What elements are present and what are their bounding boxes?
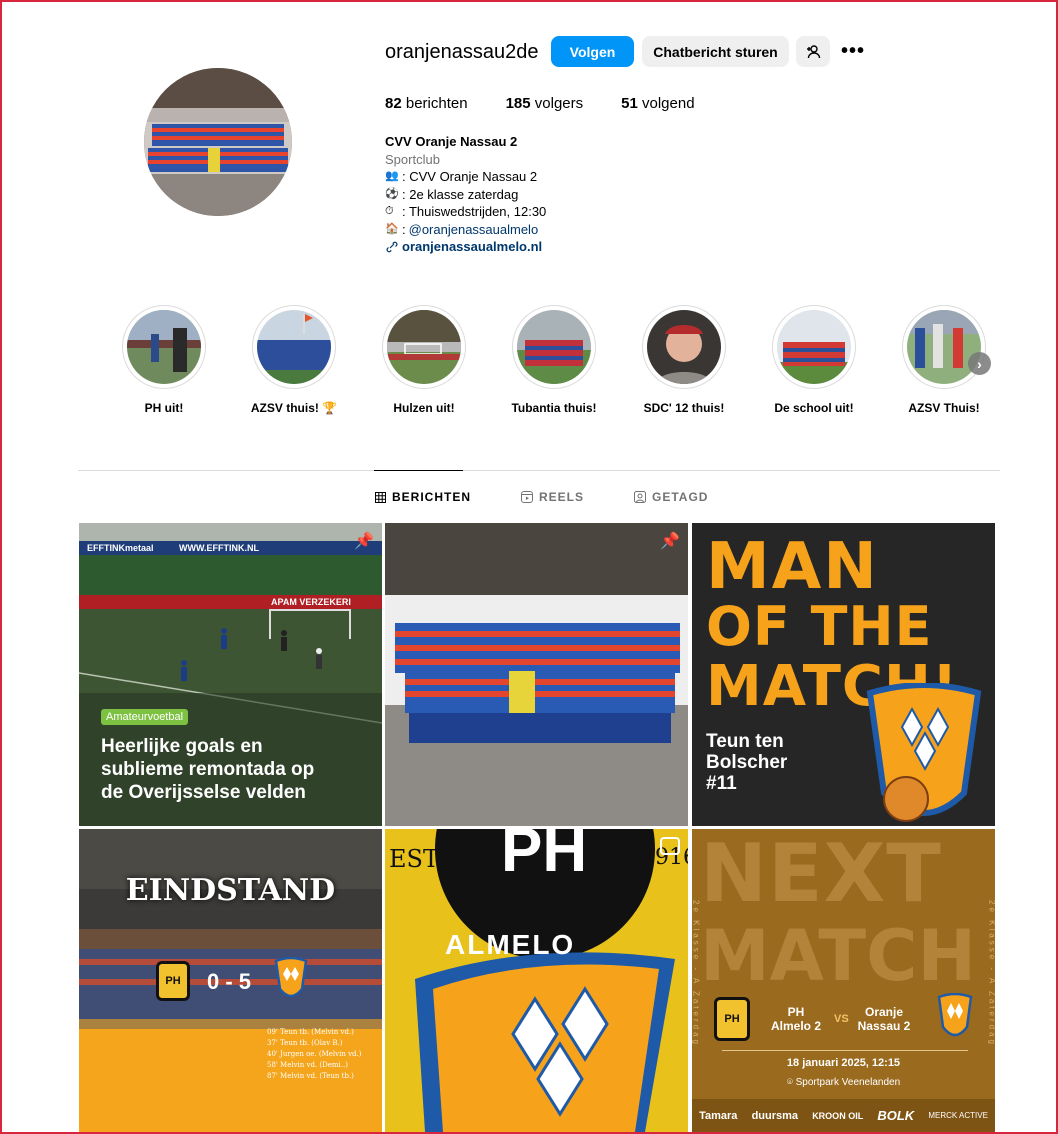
home-team: PH Almelo 2 — [770, 1005, 821, 1033]
away-crest-icon — [937, 993, 973, 1037]
post-tile[interactable]: 📌 — [385, 523, 688, 826]
match-score: 0 - 5 — [207, 969, 252, 994]
highlight-label: AZSV thuis! 🏆 — [250, 401, 338, 415]
highlight-item[interactable]: Tubantia thuis! — [511, 305, 597, 415]
bio-line: 👥: CVV Oranje Nassau 2 — [385, 169, 538, 184]
post-tile[interactable]: 📌 EFFTINKmetaal WWW.EFFTINK.NL APAM VERZ… — [79, 523, 382, 826]
reel-icon — [660, 837, 680, 855]
post-board-text: WWW.EFFTINK.NL — [179, 543, 259, 553]
highlight-label: SDC' 12 thuis! — [643, 401, 725, 415]
tab-tagged[interactable]: GETAGD — [634, 490, 708, 504]
crest-city: ALMELO — [445, 929, 576, 960]
highlight-item[interactable]: De school uit! — [772, 305, 856, 415]
post-tile[interactable]: PH EST. 1916 ALMELO — [385, 829, 688, 1132]
post-tile[interactable]: MAN OF THE MATCH! Teun ten Bolscher #11 — [692, 523, 995, 826]
post-big-text: NEXT MATCH — [700, 829, 977, 998]
pinned-icon: 📌 — [354, 533, 374, 550]
highlight-label: Hulzen uit! — [393, 401, 455, 415]
player-name: Teun ten Bolscher #11 — [706, 731, 788, 794]
profile-bio: CVV Oranje Nassau 2 Sportclub 👥: CVV Ora… — [385, 133, 546, 256]
suggest-accounts-button[interactable] — [796, 36, 830, 67]
person-add-icon — [807, 44, 821, 58]
divider-line — [722, 1050, 968, 1051]
post-tag: Amateurvoetbal — [101, 709, 189, 725]
bio-website: oranjenassaualmelo.nl — [385, 238, 546, 256]
bio-category: Sportclub — [385, 151, 440, 167]
post-board-text: EFFTINKmetaal — [87, 543, 154, 553]
highlight-item[interactable]: AZSV Thuis! — [902, 305, 986, 415]
highlight-item[interactable]: SDC' 12 thuis! — [642, 305, 726, 415]
soccer-ball-icon: ⚽ — [385, 187, 399, 200]
bio-line: ⚽: 2e klasse zaterdag — [385, 186, 519, 202]
tabs-divider — [78, 470, 1000, 471]
grid-icon — [375, 491, 386, 503]
highlight-item[interactable]: AZSV thuis! 🏆 — [251, 305, 337, 415]
followers-stat[interactable]: 185 volgers — [506, 95, 584, 112]
highlight-item[interactable]: PH uit! — [122, 305, 206, 415]
highlight-label: PH uit! — [144, 401, 184, 415]
post-board-text: APAM VERZEKERI — [271, 597, 351, 607]
house-icon: 🏠 — [385, 222, 399, 235]
tagged-icon — [634, 491, 646, 503]
club-crest-icon — [866, 683, 982, 822]
highlight-label: Tubantia thuis! — [511, 401, 597, 415]
posts-stat[interactable]: 82 berichten — [385, 95, 468, 112]
home-crest-icon: PH — [714, 997, 750, 1041]
highlight-label: AZSV Thuis! — [908, 401, 980, 415]
highlight-item[interactable]: Hulzen uit! — [382, 305, 466, 415]
link-icon — [386, 241, 398, 253]
sponsor-bar: Tamara duursma KROON OIL BOLK MERCK ACTI… — [692, 1099, 995, 1132]
tab-posts[interactable]: BERICHTEN — [375, 490, 471, 504]
post-title: EINDSTAND — [125, 873, 336, 908]
bio-name: CVV Oranje Nassau 2 — [385, 134, 518, 149]
goal-list: 09' Teun tb. (Melvin vd.) 37' Teun tb. (… — [267, 1028, 362, 1080]
crest-letters: PH — [501, 829, 588, 885]
post-tile[interactable]: NEXT MATCH 2e Klasse - A Zaterdag 2e Kla… — [692, 829, 995, 1132]
post-headline: Heerlijke goals en sublieme remontada op… — [101, 736, 315, 803]
home-crest-icon: PH — [156, 961, 190, 1001]
highlights-next-arrow-icon[interactable]: › — [968, 352, 991, 375]
match-date: 18 januari 2025, 12:15 — [786, 1057, 901, 1069]
match-venue: ⌾ Sportpark Veenelanden — [786, 1077, 901, 1088]
pinned-icon: 📌 — [660, 533, 680, 550]
versus-text: VS — [834, 1013, 849, 1025]
bio-line: ⏱: Thuiswedstrijden, 12:30 — [385, 204, 547, 219]
following-stat[interactable]: 51 volgend — [621, 95, 694, 112]
bio-website-link[interactable]: oranjenassaualmelo.nl — [402, 238, 542, 256]
away-crest-icon — [274, 957, 308, 998]
bio-mention-link[interactable]: @oranjenassaualmelo — [409, 221, 539, 239]
reels-icon — [521, 491, 533, 503]
highlight-label: De school uit! — [774, 401, 854, 415]
follow-button[interactable]: Volgen — [551, 36, 634, 67]
crest-est: EST. — [389, 845, 444, 873]
more-options-icon[interactable]: ••• — [840, 38, 866, 64]
profile-username: oranjenassau2de — [385, 41, 539, 63]
people-icon: 👥 — [385, 170, 399, 182]
profile-avatar[interactable] — [144, 68, 292, 216]
active-tab-indicator — [374, 470, 463, 471]
post-tile[interactable]: EINDSTAND PH 0 - 5 09' Teun tb. (Melvin … — [79, 829, 382, 1132]
bio-line: 🏠: @oranjenassaualmelo — [385, 221, 539, 239]
away-team: Oranje Nassau 2 — [857, 1005, 911, 1033]
message-button[interactable]: Chatbericht sturen — [642, 36, 789, 67]
tab-reels[interactable]: REELS — [521, 490, 584, 504]
profile-stats: 82 berichten 185 volgers 51 volgend — [385, 95, 695, 112]
location-pin-icon: ⌾ — [786, 1077, 793, 1088]
stopwatch-icon: ⏱ — [385, 205, 394, 217]
